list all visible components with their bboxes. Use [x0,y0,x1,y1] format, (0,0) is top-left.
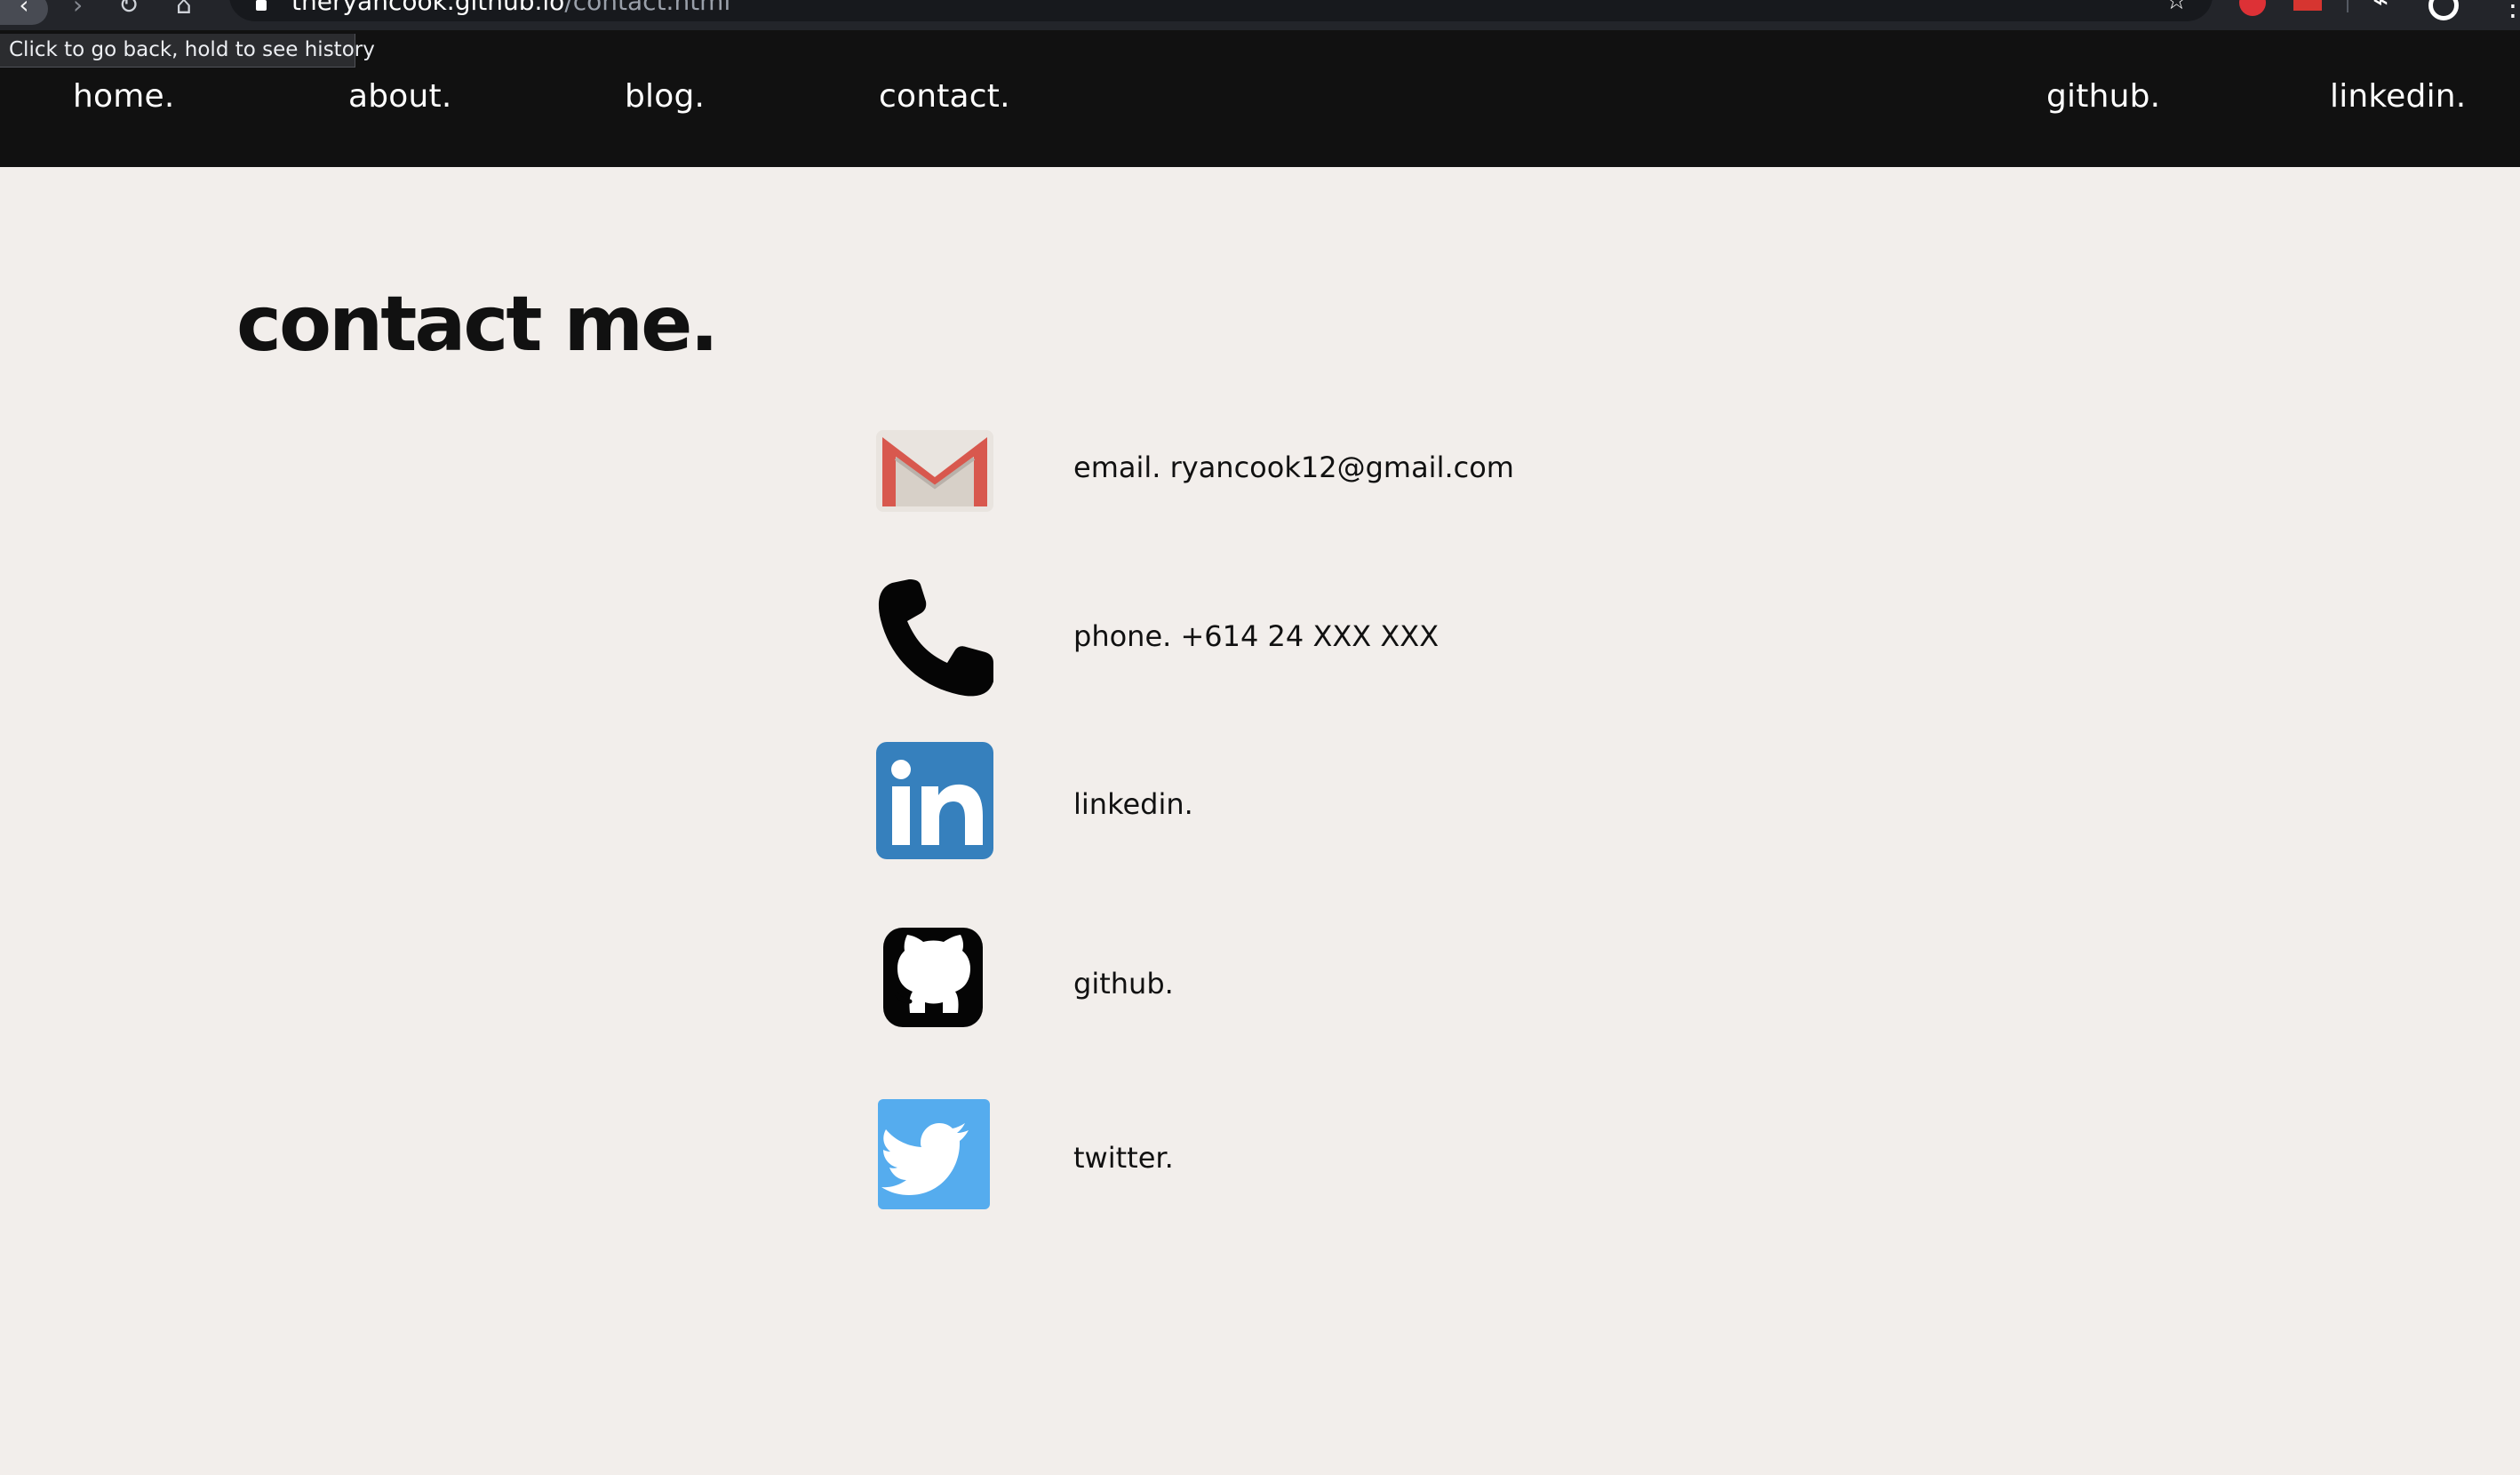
lock-icon [256,0,267,11]
contact-github-row[interactable]: github. [876,921,1720,1038]
contact-list: email. ryancook12@gmail.com phone. +614 … [0,0,2520,1475]
reload-icon[interactable]: ↻ [118,0,139,18]
github-contact-text[interactable]: github. [1073,966,1174,1001]
url-host: theryancook.github.io [291,0,565,16]
phone-contact-text[interactable]: phone. +614 24 XXX XXX [1073,618,1439,654]
twitter-icon[interactable] [876,1096,993,1213]
back-button-tooltip: Click to go back, hold to see history [0,34,375,68]
home-icon[interactable]: ⌂ [176,0,192,18]
email-contact-text[interactable]: email. ryancook12@gmail.com [1073,450,1514,485]
twitter-contact-text[interactable]: twitter. [1073,1140,1174,1176]
phone-icon[interactable] [876,579,993,697]
more-options-icon[interactable]: ⋮ [2499,0,2520,20]
contact-phone-row[interactable]: phone. +614 24 XXX XXX [876,579,1720,697]
contact-email-row[interactable]: email. ryancook12@gmail.com [876,412,1720,530]
forward-arrow-icon[interactable]: › [73,0,83,18]
extension-icon[interactable] [2239,0,2266,16]
back-arrow-icon[interactable]: ‹ [0,0,48,25]
github-icon[interactable] [876,921,993,1038]
contact-linkedin-row[interactable]: linkedin. [876,742,1720,859]
media-control-icon[interactable]: ⌁ [2372,0,2388,17]
linkedin-icon[interactable] [876,742,993,859]
url-path: /contact.html [564,0,731,16]
url-text[interactable]: theryancook.github.io/contact.html [291,0,730,15]
address-bar[interactable]: theryancook.github.io/contact.html ☆ [229,0,2213,21]
browser-toolbar: ‹ › ↻ ⌂ theryancook.github.io/contact.ht… [0,0,2520,30]
profile-icon[interactable] [2428,0,2459,20]
toolbar-divider [2347,0,2349,12]
gmail-icon[interactable] [876,412,993,530]
bookmark-star-icon[interactable]: ☆ [2165,0,2188,13]
linkedin-contact-text[interactable]: linkedin. [1073,786,1193,822]
contact-twitter-row[interactable]: twitter. [876,1096,1720,1213]
extension-icon[interactable] [2293,0,2322,11]
